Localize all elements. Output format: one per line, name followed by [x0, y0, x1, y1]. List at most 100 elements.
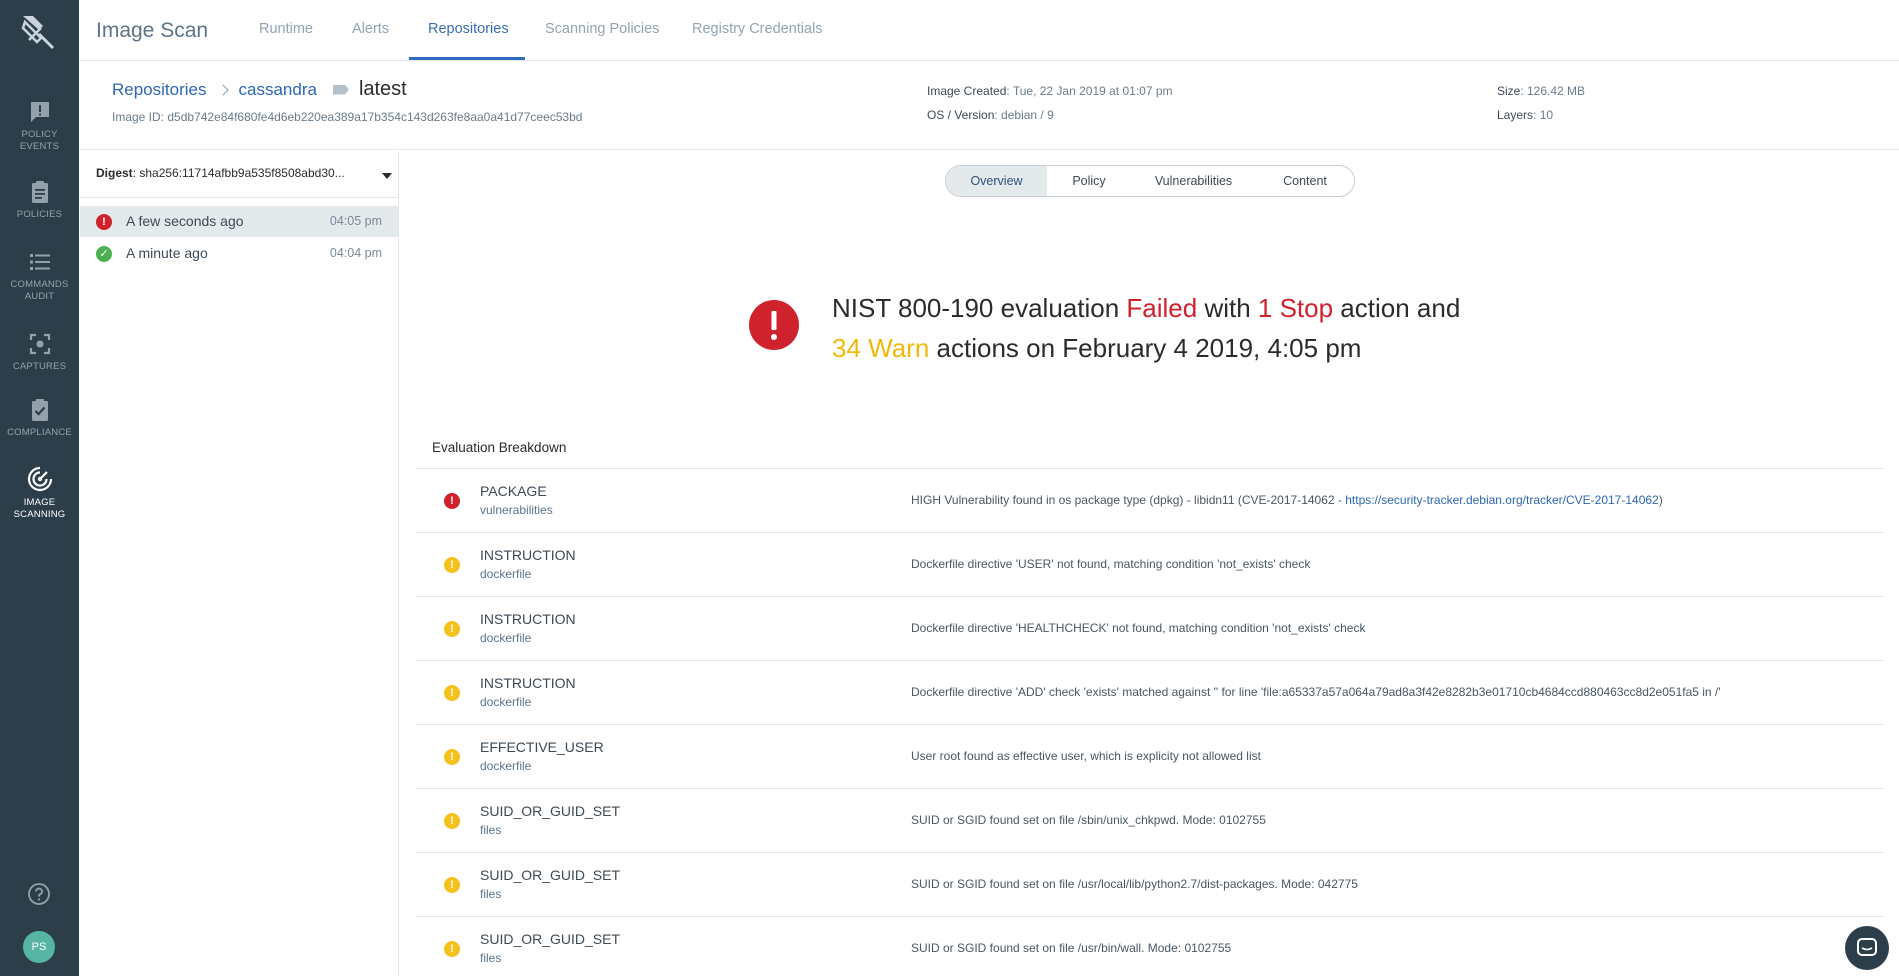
breakdown-row: ! PACKAGE vulnerabilities HIGH Vulnerabi…	[416, 469, 1884, 533]
scan-time: 04:05 pm	[329, 214, 382, 228]
caret-down-icon[interactable]	[382, 173, 392, 179]
layers-label: Layers	[1497, 108, 1534, 122]
size-label: Size	[1497, 84, 1521, 98]
help-icon[interactable]	[27, 882, 51, 906]
gate-name: PACKAGE	[480, 483, 547, 499]
app: POLICY EVENTS POLICIES COMMANDS AUDIT CA…	[0, 0, 1899, 976]
trigger-name: files	[480, 887, 502, 901]
alert-bubble-icon	[30, 102, 49, 122]
rail-item-commands-audit[interactable]: COMMANDS AUDIT	[0, 250, 79, 303]
gate-name: INSTRUCTION	[480, 611, 576, 627]
warn-icon: !	[444, 621, 460, 637]
chat-launcher-button[interactable]	[1845, 926, 1889, 970]
trigger-name: vulnerabilities	[480, 503, 553, 517]
left-rail: POLICY EVENTS POLICIES COMMANDS AUDIT CA…	[0, 0, 79, 976]
stop-icon: !	[96, 214, 112, 230]
breakdown-row: ! INSTRUCTION dockerfile Dockerfile dire…	[416, 533, 1884, 597]
summary-text: action and	[1333, 293, 1461, 323]
breakdown-row: ! INSTRUCTION dockerfile Dockerfile dire…	[416, 661, 1884, 725]
breakdown-row: ! EFFECTIVE_USER dockerfile User root fo…	[416, 725, 1884, 789]
warn-icon: !	[444, 557, 460, 573]
breadcrumb-repositories[interactable]: Repositories	[112, 80, 207, 100]
tab-repositories[interactable]: Repositories	[428, 21, 509, 37]
tab-alerts[interactable]: Alerts	[352, 21, 389, 37]
breadcrumb: Repositories cassandra latest	[112, 78, 407, 101]
rail-label: COMPLIANCE	[7, 427, 72, 438]
gate-name: SUID_OR_GUID_SET	[480, 931, 621, 947]
warn-icon: !	[444, 877, 460, 893]
trigger-name: dockerfile	[480, 695, 532, 709]
segment-policy[interactable]: Policy	[1047, 166, 1131, 196]
image-header: Repositories cassandra latest Image ID: …	[79, 62, 1899, 150]
breakdown-row: ! SUID_OR_GUID_SET files SUID or SGID fo…	[416, 789, 1884, 853]
message-text: HIGH Vulnerability found in os package t…	[911, 493, 1346, 507]
segment-content[interactable]: Content	[1256, 166, 1354, 196]
rail-label: POLICY	[21, 129, 58, 140]
layers-value: : 10	[1533, 108, 1554, 122]
avatar[interactable]: PS	[23, 931, 55, 963]
digest-value: : sha256:11714afbb9a535f8508abd30...	[132, 166, 345, 180]
message-text: )	[1658, 493, 1663, 507]
trigger-name: dockerfile	[480, 631, 532, 645]
rail-item-compliance[interactable]: COMPLIANCE	[0, 398, 79, 439]
scan-history-item[interactable]: ✓ A minute ago 04:04 pm	[80, 238, 398, 269]
failed-icon	[749, 300, 799, 350]
rail-item-captures[interactable]: CAPTURES	[0, 332, 79, 373]
warn-icon: !	[444, 749, 460, 765]
summary-text: with	[1197, 293, 1258, 323]
image-created: Image Created: Tue, 22 Jan 2019 at 01:07…	[927, 84, 1173, 98]
rail-item-policies[interactable]: POLICIES	[0, 180, 79, 221]
image-created-label: Image Created	[927, 84, 1007, 98]
segment-vulnerabilities[interactable]: Vulnerabilities	[1131, 166, 1256, 196]
os-version-label: OS / Version	[927, 108, 995, 122]
capture-icon	[29, 333, 50, 355]
image-created-value: : Tue, 22 Jan 2019 at 01:07 pm	[1006, 84, 1173, 98]
breakdown-row: ! INSTRUCTION dockerfile Dockerfile dire…	[416, 597, 1884, 661]
breakdown-message: SUID or SGID found set on file /sbin/uni…	[911, 813, 1266, 827]
summary-text: actions on February 4 2019, 4:05 pm	[929, 333, 1362, 363]
breakdown-title: Evaluation Breakdown	[432, 440, 567, 455]
tab-registry-credentials[interactable]: Registry Credentials	[692, 21, 823, 37]
gate-name: SUID_OR_GUID_SET	[480, 867, 621, 883]
summary-text: NIST 800-190 evaluation	[832, 293, 1127, 323]
evaluation-summary: NIST 800-190 evaluation Failed with 1 St…	[832, 288, 1460, 368]
gate-name: EFFECTIVE_USER	[480, 739, 604, 755]
rail-label: POLICIES	[16, 209, 63, 220]
stop-count: 1 Stop	[1257, 293, 1334, 323]
rail-label: EVENTS	[19, 141, 60, 152]
scan-label: A few seconds ago	[126, 213, 244, 229]
warn-icon: !	[444, 941, 460, 957]
tab-scanning-policies[interactable]: Scanning Policies	[545, 21, 659, 37]
compliance-check-icon	[31, 399, 48, 421]
breadcrumb-repo[interactable]: cassandra	[239, 80, 317, 100]
breakdown-message: SUID or SGID found set on file /usr/loca…	[911, 877, 1358, 891]
digest-select[interactable]: Digest: sha256:11714afbb9a535f8508abd30.…	[96, 166, 376, 180]
rail-label: IMAGE	[23, 497, 56, 508]
scan-history-item[interactable]: ! A few seconds ago 04:05 pm	[80, 206, 398, 237]
page-title: Image Scan	[96, 19, 209, 42]
rail-item-image-scanning[interactable]: IMAGE SCANNING	[0, 466, 79, 521]
gate-name: INSTRUCTION	[480, 547, 576, 563]
sysdig-logo-icon[interactable]	[19, 10, 59, 50]
rail-item-policy-events[interactable]: POLICY EVENTS	[0, 100, 79, 153]
image-id-value: d5db742e84f680fe4d6eb220ea389a17b354c143…	[167, 110, 583, 124]
scan-history-panel: Digest: sha256:11714afbb9a535f8508abd30.…	[79, 151, 399, 976]
breakdown-message: User root found as effective user, which…	[911, 749, 1261, 763]
gate-name: SUID_OR_GUID_SET	[480, 803, 621, 819]
view-segmented-control: Overview Policy Vulnerabilities Content	[945, 165, 1355, 197]
clipboard-icon	[31, 181, 48, 203]
segment-overview[interactable]: Overview	[946, 166, 1047, 196]
rail-label: SCANNING	[13, 509, 66, 520]
image-layers: Layers: 10	[1497, 108, 1553, 122]
breakdown-message: SUID or SGID found set on file /usr/bin/…	[911, 941, 1232, 955]
tab-runtime[interactable]: Runtime	[259, 21, 313, 37]
trigger-name: files	[480, 823, 502, 837]
cve-link[interactable]: https://security-tracker.debian.org/trac…	[1345, 493, 1659, 507]
os-version-value: : debian / 9	[994, 108, 1054, 122]
image-id-label: Image ID:	[112, 110, 168, 124]
top-nav: Image Scan Runtime Alerts Repositories S…	[79, 0, 1899, 61]
tag-icon	[332, 84, 349, 95]
size-value: : 126.42 MB	[1520, 84, 1586, 98]
breadcrumb-tag: latest	[358, 78, 407, 100]
list-icon	[29, 254, 50, 270]
